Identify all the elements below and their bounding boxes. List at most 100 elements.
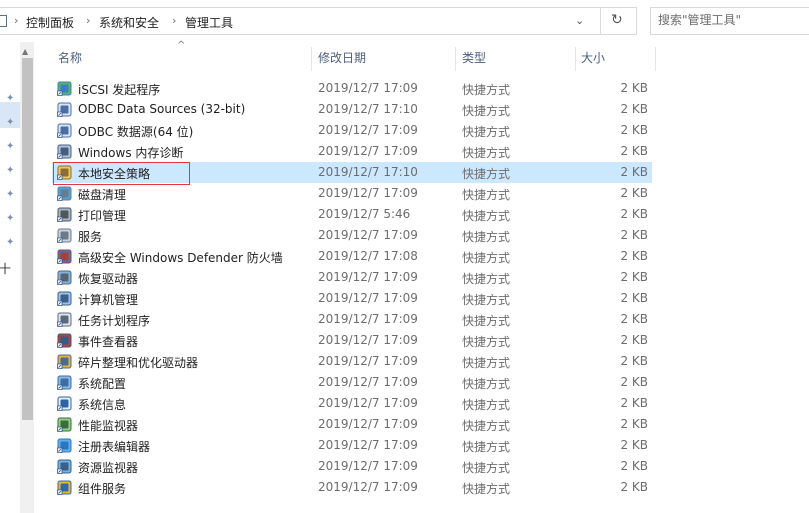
file-name: 注册表编辑器	[78, 440, 151, 454]
memory-diagnostic-icon	[57, 144, 72, 159]
column-divider[interactable]	[655, 47, 656, 71]
breadcrumb-system-security[interactable]: 系统和安全	[99, 14, 159, 31]
file-type: 快捷方式	[462, 146, 511, 160]
file-name: 系统配置	[78, 377, 127, 391]
odbc-icon	[57, 123, 72, 138]
file-row[interactable]: 打印管理 2019/12/7 5:46 快捷方式 2 KB	[52, 204, 652, 225]
file-row[interactable]: iSCSI 发起程序 2019/12/7 17:09 快捷方式 2 KB	[52, 78, 652, 99]
file-size: 2 KB	[620, 438, 648, 452]
file-row[interactable]: 服务 2019/12/7 17:09 快捷方式 2 KB	[52, 225, 652, 246]
file-row[interactable]: Windows 内存诊断 2019/12/7 17:09 快捷方式 2 KB	[52, 141, 652, 162]
file-name: 恢复驱动器	[78, 272, 139, 286]
file-date: 2019/12/7 17:10	[318, 165, 418, 179]
file-type: 快捷方式	[462, 167, 511, 181]
file-row[interactable]: 系统配置 2019/12/7 17:09 快捷方式 2 KB	[52, 372, 652, 393]
file-date: 2019/12/7 17:09	[318, 396, 418, 410]
file-name: 组件服务	[78, 482, 127, 496]
file-date: 2019/12/7 17:09	[318, 354, 418, 368]
pin-icon: ✦	[6, 93, 15, 104]
nav-scrollbar-thumb[interactable]	[22, 58, 33, 420]
file-size: 2 KB	[620, 480, 648, 494]
column-header-date[interactable]: 修改日期	[318, 44, 366, 72]
column-header-size[interactable]: 大小	[581, 44, 605, 72]
component-services-icon	[57, 480, 72, 495]
file-type: 快捷方式	[462, 314, 511, 328]
file-row[interactable]: 事件查看器 2019/12/7 17:09 快捷方式 2 KB	[52, 330, 652, 351]
file-type: 快捷方式	[462, 335, 511, 349]
file-size: 2 KB	[620, 207, 648, 221]
file-type: 快捷方式	[462, 83, 511, 97]
file-type: 快捷方式	[462, 230, 511, 244]
file-name: 高级安全 Windows Defender 防火墙	[78, 251, 283, 265]
file-size: 2 KB	[620, 312, 648, 326]
column-header-name[interactable]: 名称	[58, 44, 82, 72]
iscsi-icon	[57, 81, 72, 96]
file-size: 2 KB	[620, 333, 648, 347]
file-row[interactable]: 计算机管理 2019/12/7 17:09 快捷方式 2 KB	[52, 288, 652, 309]
system-config-icon	[57, 375, 72, 390]
column-divider[interactable]	[311, 47, 312, 71]
pin-icon: ✦	[6, 237, 15, 248]
scroll-up-icon[interactable]: ▲	[22, 47, 28, 56]
breadcrumb-separator[interactable]: ›	[86, 14, 90, 27]
column-header-type[interactable]: 类型	[462, 44, 486, 72]
nav-item-partial[interactable]: 十	[0, 260, 11, 277]
file-name: ODBC 数据源(64 位)	[78, 125, 194, 139]
search-box[interactable]	[650, 7, 809, 35]
file-row[interactable]: 碎片整理和优化驱动器 2019/12/7 17:09 快捷方式 2 KB	[52, 351, 652, 372]
file-row[interactable]: 高级安全 Windows Defender 防火墙 2019/12/7 17:08…	[52, 246, 652, 267]
file-type: 快捷方式	[462, 377, 511, 391]
file-date: 2019/12/7 5:46	[318, 207, 411, 221]
file-type: 快捷方式	[462, 209, 511, 223]
file-type: 快捷方式	[462, 419, 511, 433]
control-panel-icon	[0, 15, 7, 27]
file-row[interactable]: ODBC Data Sources (32-bit) 2019/12/7 17:1…	[52, 99, 652, 120]
file-row[interactable]: ODBC 数据源(64 位) 2019/12/7 17:09 快捷方式 2 KB	[52, 120, 652, 141]
file-row[interactable]: 组件服务 2019/12/7 17:09 快捷方式 2 KB	[52, 477, 652, 498]
address-toolbar: › 控制面板 › 系统和安全 › 管理工具 ⌄ ↻	[0, 0, 809, 42]
file-type: 快捷方式	[462, 125, 511, 139]
file-type: 快捷方式	[462, 398, 511, 412]
column-divider[interactable]	[455, 47, 456, 71]
file-row[interactable]: 注册表编辑器 2019/12/7 17:09 快捷方式 2 KB	[52, 435, 652, 456]
breadcrumb-separator[interactable]: ›	[14, 14, 18, 27]
file-row[interactable]: 任务计划程序 2019/12/7 17:09 快捷方式 2 KB	[52, 309, 652, 330]
file-date: 2019/12/7 17:09	[318, 270, 418, 284]
column-divider[interactable]	[575, 47, 576, 71]
file-type: 快捷方式	[462, 293, 511, 307]
file-size: 2 KB	[620, 186, 648, 200]
file-date: 2019/12/7 17:09	[318, 438, 418, 452]
file-date: 2019/12/7 17:09	[318, 186, 418, 200]
refresh-icon[interactable]: ↻	[611, 12, 623, 28]
file-size: 2 KB	[620, 144, 648, 158]
file-size: 2 KB	[620, 459, 648, 473]
pin-icon: ✦	[6, 141, 15, 152]
file-row[interactable]: 磁盘清理 2019/12/7 17:09 快捷方式 2 KB	[52, 183, 652, 204]
file-name: 任务计划程序	[78, 314, 151, 328]
file-type: 快捷方式	[462, 356, 511, 370]
file-size: 2 KB	[620, 81, 648, 95]
breadcrumb-control-panel[interactable]: 控制面板	[26, 14, 74, 31]
file-row[interactable]: 资源监视器 2019/12/7 17:09 快捷方式 2 KB	[52, 456, 652, 477]
breadcrumb-separator[interactable]: ›	[172, 14, 176, 27]
file-name: 系统信息	[78, 398, 127, 412]
file-name: ODBC Data Sources (32-bit)	[78, 102, 246, 116]
address-bar[interactable]: › 控制面板 › 系统和安全 › 管理工具 ⌄ ↻	[0, 7, 637, 35]
file-name: 磁盘清理	[78, 188, 127, 202]
file-name: 计算机管理	[78, 293, 139, 307]
computer-management-icon	[57, 291, 72, 306]
pin-icon: ✦	[6, 117, 15, 128]
file-row[interactable]: 系统信息 2019/12/7 17:09 快捷方式 2 KB	[52, 393, 652, 414]
services-icon	[57, 228, 72, 243]
file-row[interactable]: 恢复驱动器 2019/12/7 17:09 快捷方式 2 KB	[52, 267, 652, 288]
file-size: 2 KB	[620, 165, 648, 179]
file-size: 2 KB	[620, 270, 648, 284]
performance-monitor-icon	[57, 417, 72, 432]
chevron-down-icon[interactable]: ⌄	[575, 14, 584, 27]
file-row[interactable]: 性能监视器 2019/12/7 17:09 快捷方式 2 KB	[52, 414, 652, 435]
file-date: 2019/12/7 17:09	[318, 144, 418, 158]
file-date: 2019/12/7 17:09	[318, 291, 418, 305]
search-input[interactable]	[658, 13, 808, 27]
breadcrumb-admin-tools[interactable]: 管理工具	[185, 14, 233, 31]
file-name: 打印管理	[78, 209, 127, 223]
